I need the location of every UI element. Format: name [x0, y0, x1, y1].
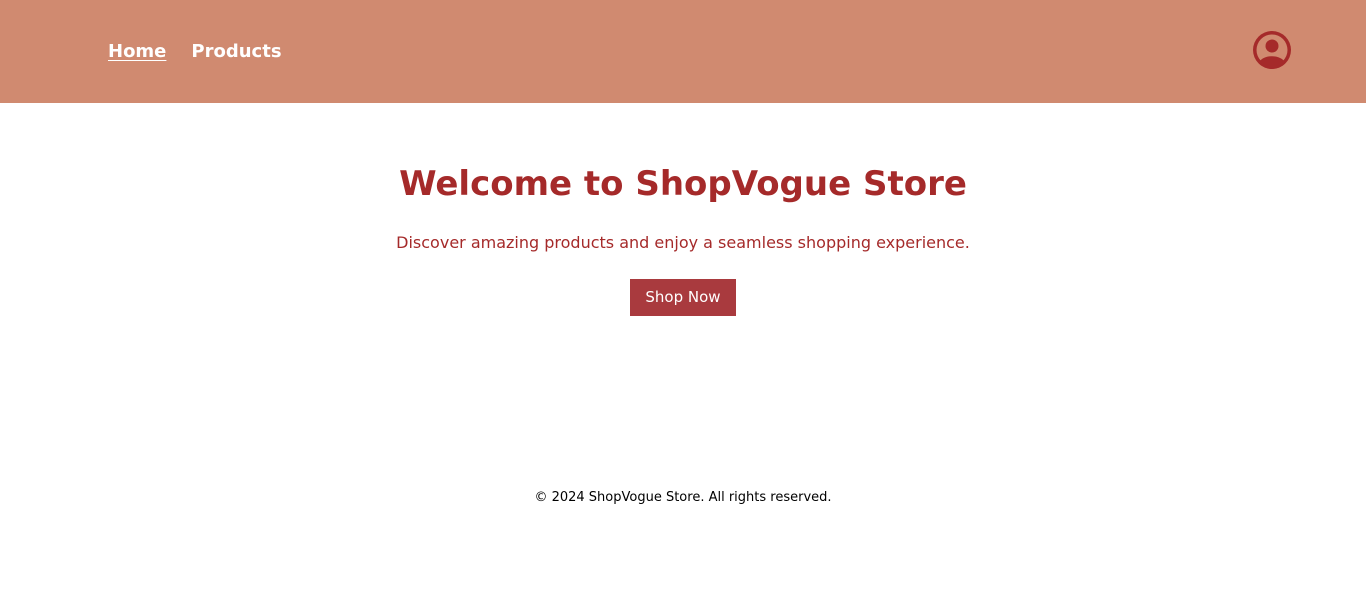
- shop-now-button[interactable]: Shop Now: [630, 279, 736, 316]
- nav-link-products[interactable]: Products: [191, 39, 281, 65]
- hero-subtitle: Discover amazing products and enjoy a se…: [396, 233, 970, 252]
- hero-title: Welcome to ShopVogue Store: [399, 164, 967, 204]
- site-header: Home Products: [0, 0, 1366, 103]
- user-avatar-icon[interactable]: [1253, 31, 1291, 69]
- hero-section: Welcome to ShopVogue Store Discover amaz…: [0, 160, 1366, 316]
- nav-link-home[interactable]: Home: [108, 39, 166, 65]
- footer-copyright: © 2024 ShopVogue Store. All rights reser…: [534, 490, 832, 505]
- main-nav: Home Products: [108, 39, 282, 65]
- user-circle-icon: [1253, 31, 1291, 69]
- site-footer: © 2024 ShopVogue Store. All rights reser…: [0, 489, 1366, 507]
